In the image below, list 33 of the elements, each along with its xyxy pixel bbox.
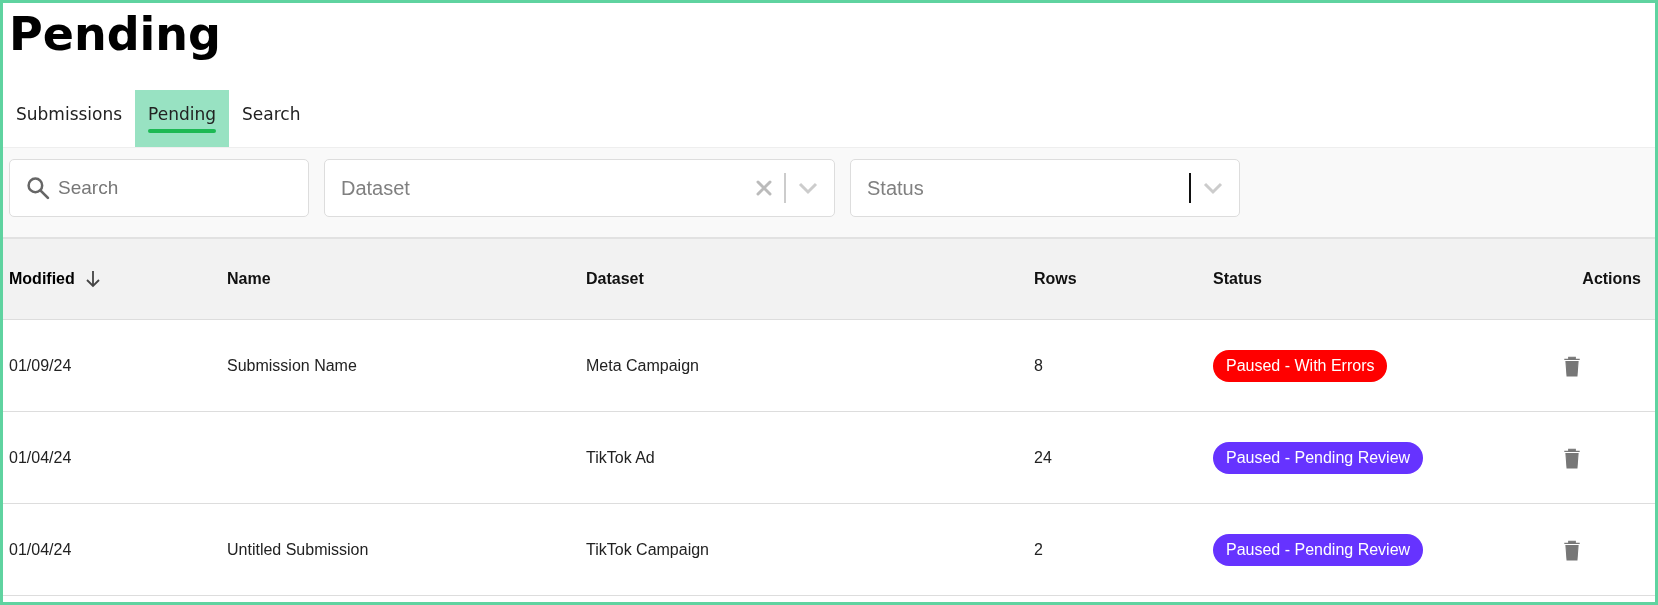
table-cell: Submission Name — [227, 356, 357, 374]
tab[interactable]: Search — [229, 90, 314, 147]
chevron-down-icon — [798, 181, 818, 195]
chevron-down-icon — [1203, 181, 1223, 195]
dataset-select[interactable]: Dataset — [324, 159, 835, 217]
table-cell: 2 — [1034, 540, 1043, 558]
tab[interactable]: Submissions — [3, 90, 136, 147]
column-header[interactable]: Actions — [1582, 270, 1641, 288]
column-header[interactable]: Name — [227, 270, 271, 288]
column-header[interactable]: Modified — [9, 270, 75, 288]
page-title: Pending — [9, 6, 222, 63]
table-cell: Untitled Submission — [227, 540, 369, 558]
status-badge: Paused - With Errors — [1213, 349, 1388, 382]
table-cell: 24 — [1034, 448, 1052, 466]
table-cell: Meta Campaign — [586, 356, 699, 374]
status-badge: Paused - Pending Review — [1213, 533, 1424, 566]
search-input[interactable]: Search — [58, 177, 292, 199]
column-header[interactable]: Dataset — [586, 270, 644, 288]
clear-icon — [756, 180, 772, 196]
sort-arrow-down-icon — [84, 270, 101, 288]
status-select[interactable]: Status — [850, 159, 1240, 217]
table-cell: 01/04/24 — [9, 540, 72, 558]
table-cell: TikTok Campaign — [586, 540, 709, 558]
column-header[interactable]: Status — [1213, 270, 1262, 288]
tab[interactable]: Pending — [135, 90, 230, 147]
column-header[interactable]: Rows — [1034, 270, 1077, 288]
search-field[interactable]: Search — [9, 159, 309, 217]
table-cell: 01/09/24 — [9, 356, 72, 374]
table-cell: 8 — [1034, 356, 1043, 374]
search-icon — [26, 176, 50, 200]
status-badge: Paused - Pending Review — [1213, 441, 1424, 474]
table-cell: TikTok Ad — [586, 448, 655, 466]
table-cell: 01/04/24 — [9, 448, 72, 466]
